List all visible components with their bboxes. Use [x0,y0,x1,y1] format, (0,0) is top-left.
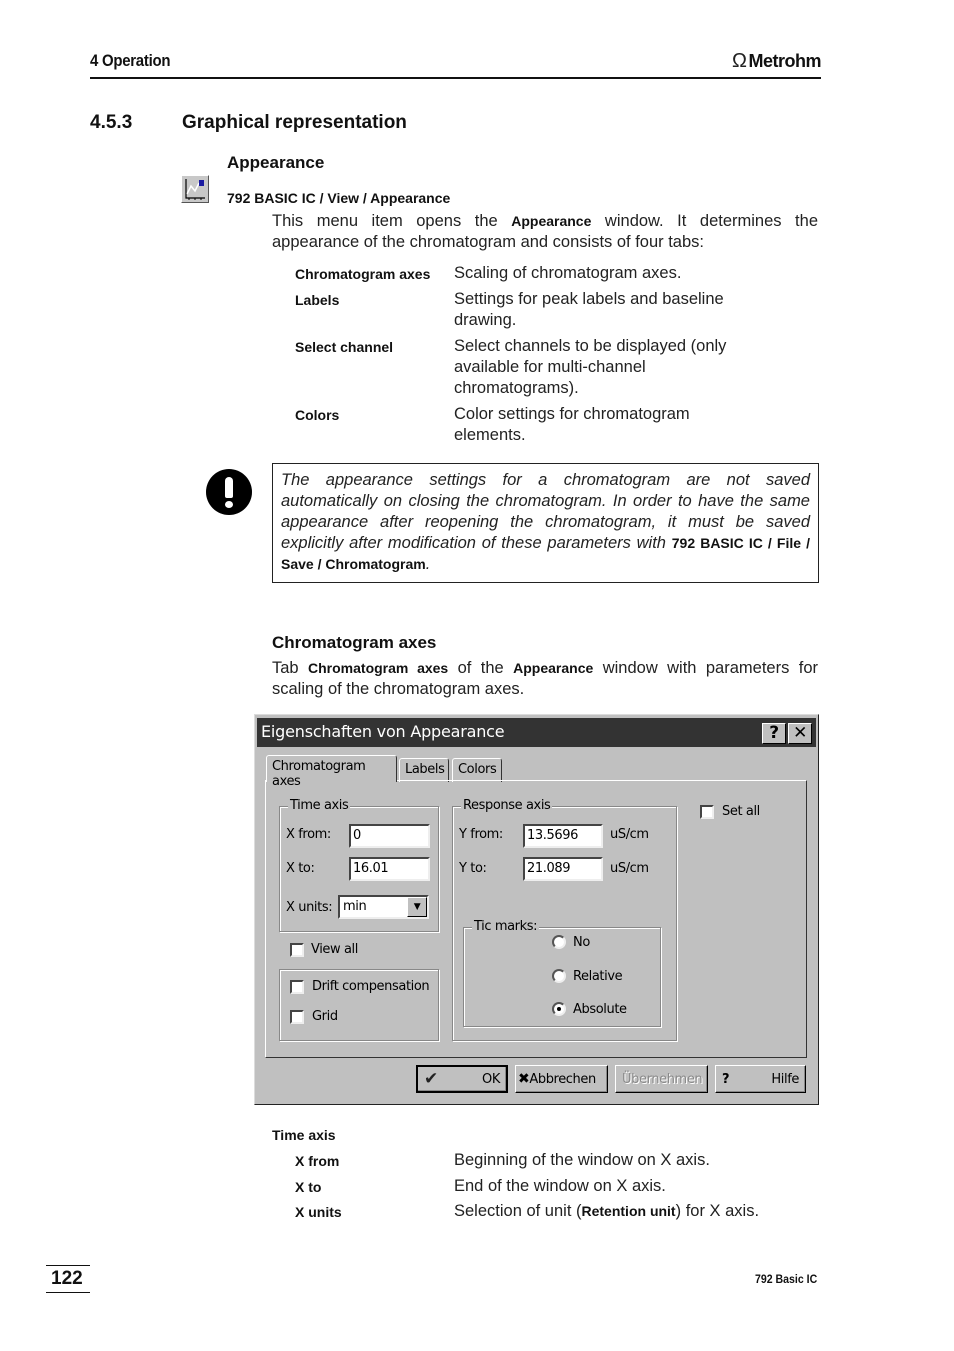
tabs-definition-list: Chromatogram axes Scaling of chromatogra… [295,263,765,451]
x-to-label: X to: [286,861,315,876]
x-to-desc: End of the window on X axis. [454,1177,666,1195]
y-to-unit: uS/cm [610,861,649,876]
help-button[interactable]: ? Hilfe [715,1065,806,1093]
radio-relative-label[interactable]: Relative [573,969,623,984]
response-axis-group: Response axis Y from: 13.5696 uS/cm Y to… [452,798,677,1041]
tic-marks-group: Tic marks: No Relative Absolute [463,919,661,1027]
page-number: 122 [46,1265,90,1293]
appearance-intro: This menu item opens the Appearance wind… [272,212,818,251]
close-button[interactable]: ✕ [788,723,812,744]
note-box: The appearance settings for a chromatogr… [272,463,819,583]
definition-row: Chromatogram axes Scaling of chromatogra… [295,263,765,284]
definition-desc: Select channels to be displayed (only av… [454,337,727,397]
definition-desc: Settings for peak labels and baseline dr… [454,290,724,329]
chromatogram-axes-intro: Tab Chromatogram axes of the Appearance … [272,659,818,698]
ok-button[interactable]: ✔ OK [416,1065,508,1093]
appearance-window-name: Appearance [511,213,592,229]
chevron-down-icon[interactable]: ▼ [407,897,427,917]
definition-row: Colors Color settings for chromatogram e… [295,404,765,446]
omega-icon: Ω [732,50,747,72]
view-all-checkbox[interactable] [290,943,304,957]
set-all-checkbox[interactable] [700,805,714,819]
x-units-value: min [343,899,367,914]
question-icon: ? [722,1071,730,1087]
x-units-label: X units: [286,900,333,915]
grid-checkbox[interactable] [290,1010,304,1024]
definition-row: Select channel Select channels to be dis… [295,336,765,399]
radio-relative[interactable] [552,969,566,983]
cancel-button[interactable]: ✖ Abbrechen [515,1065,608,1093]
chromatogram-axes-subtitle: Chromatogram axes [272,633,437,652]
radio-no-label[interactable]: No [573,935,590,950]
x-to-term: X to [295,1179,322,1195]
response-axis-label: Response axis [461,798,553,813]
definition-term: Select channel [295,339,394,355]
y-to-input[interactable]: 21.089 [523,857,603,881]
menu-path: 792 BASIC IC / View / Appearance [227,190,451,206]
x-to-input[interactable]: 16.01 [349,857,430,881]
dialog-title: Eigenschaften von Appearance [261,722,505,741]
radio-absolute-label[interactable]: Absolute [573,1002,627,1017]
header-rule [90,77,821,79]
radio-absolute[interactable] [552,1002,566,1016]
y-to-label: Y to: [459,861,487,876]
chapter-header: 4 Operation [90,51,171,70]
x-from-label: X from: [286,827,331,842]
definition-term: Colors [295,407,340,423]
radio-no[interactable] [552,935,566,949]
time-axis-label: Time axis [288,798,351,813]
x-units-desc: Selection of unit (Retention unit) for X… [454,1202,760,1220]
apply-button[interactable]: Übernehmen [615,1065,708,1093]
x-from-term: X from [295,1153,340,1169]
definition-desc: Color settings for chromatogram elements… [454,405,690,444]
x-units-term: X units [295,1204,342,1220]
tab-chromatogram-axes[interactable]: Chromatogram axes [266,755,397,789]
logo-text: Metrohm [748,51,821,71]
metrohm-logo: Ω Metrohm [732,50,821,73]
tic-marks-label: Tic marks: [472,919,540,934]
y-from-input[interactable]: 13.5696 [523,824,603,848]
definition-desc: Scaling of chromatogram axes. [454,264,682,282]
view-all-label[interactable]: View all [311,942,358,957]
help-title-button[interactable]: ? [762,723,786,744]
chart-toolbar-icon [181,175,209,203]
time-axis-heading: Time axis [272,1127,336,1143]
section-title-text: Graphical representation [182,112,407,133]
x-from-desc: Beginning of the window on X axis. [454,1151,710,1169]
tab-labels[interactable]: Labels [399,758,449,782]
section-number: 4.5.3 [90,112,133,133]
tab-colors[interactable]: Colors [452,758,502,782]
checkmark-icon: ✔ [424,1069,438,1089]
grid-label[interactable]: Grid [312,1009,338,1024]
x-from-input[interactable]: 0 [349,824,430,848]
y-from-label: Y from: [459,827,503,842]
y-from-unit: uS/cm [610,827,649,842]
definition-term: Chromatogram axes [295,266,431,282]
dialog-title-bar[interactable]: Eigenschaften von Appearance ? ✕ [257,718,816,747]
options-group: Drift compensation Grid [279,969,439,1041]
tab-panel: Time axis X from: 0 X to: 16.01 X units:… [265,780,807,1058]
x-icon: ✖ [518,1071,530,1087]
drift-compensation-checkbox[interactable] [290,980,304,994]
footer-product: 792 Basic IC [755,1272,818,1286]
exclamation-icon [206,469,252,515]
definition-term: Labels [295,292,340,308]
section-title: 4.5.3 Graphical representation [90,112,407,134]
set-all-label[interactable]: Set all [722,804,760,819]
definition-row: Labels Settings for peak labels and base… [295,289,765,331]
time-axis-group: Time axis X from: 0 X to: 16.01 X units:… [279,798,439,932]
appearance-dialog: Eigenschaften von Appearance ? ✕ Chromat… [254,714,819,1105]
x-units-select[interactable]: min ▼ [338,895,429,919]
appearance-subtitle: Appearance [227,153,325,172]
drift-compensation-label[interactable]: Drift compensation [312,979,430,994]
